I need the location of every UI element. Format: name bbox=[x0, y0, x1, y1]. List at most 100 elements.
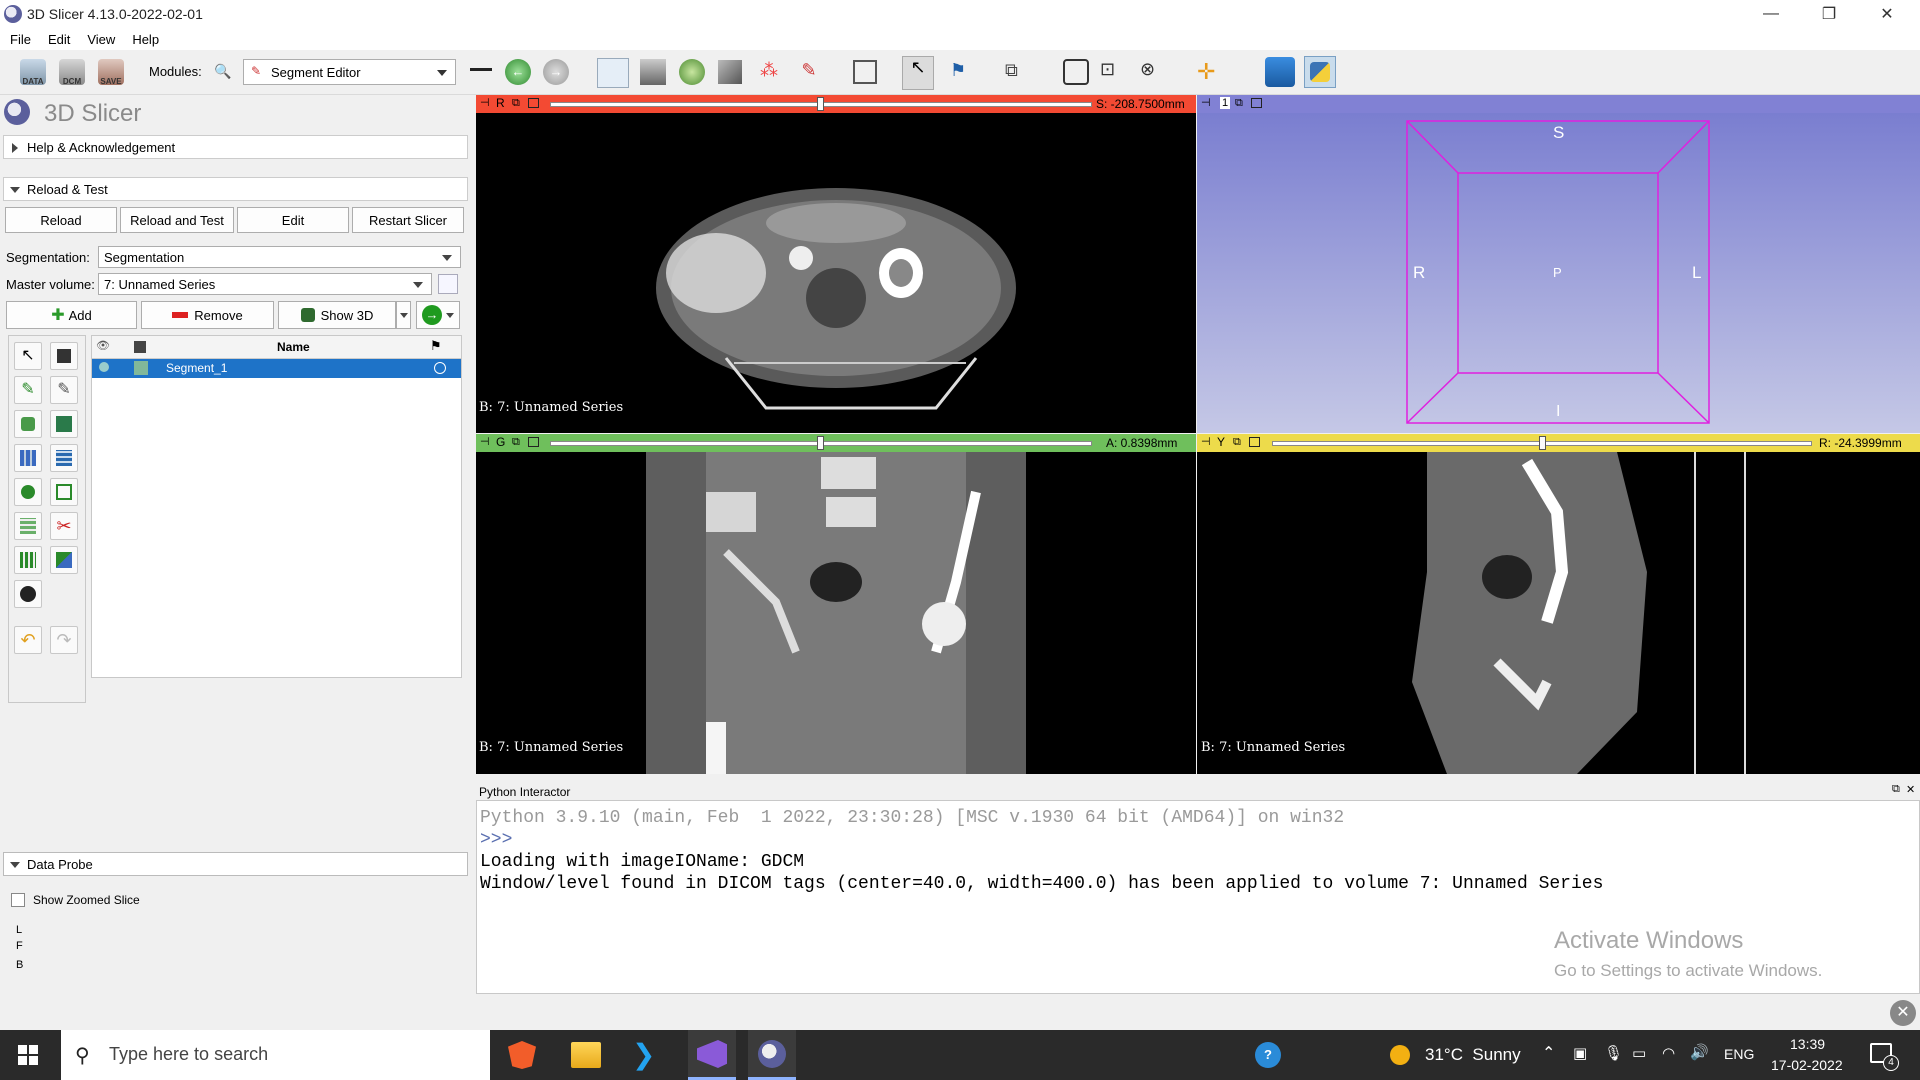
scissors-icon[interactable]: ✂ bbox=[50, 512, 78, 540]
close-dock-icon[interactable]: ✕ bbox=[1906, 783, 1915, 796]
show-3d-button[interactable]: Show 3D bbox=[278, 301, 396, 329]
green-slice-view[interactable]: B: 7: Unnamed Series bbox=[476, 452, 1196, 774]
float-dock-icon[interactable]: ⧉ bbox=[1892, 783, 1900, 796]
grow-from-seeds-icon[interactable] bbox=[50, 410, 78, 438]
clock-date[interactable]: 17-02-2022 bbox=[1771, 1057, 1843, 1073]
yellow-slice-slider-handle[interactable] bbox=[1539, 436, 1546, 450]
reload-and-test-button[interactable]: Reload and Test bbox=[120, 207, 234, 233]
conventional-layout-icon[interactable] bbox=[597, 58, 629, 88]
level-tracing-icon[interactable] bbox=[14, 410, 42, 438]
link-icon[interactable]: ⧉ bbox=[512, 436, 520, 449]
data-probe-header[interactable]: Data Probe bbox=[3, 852, 468, 876]
pin-icon[interactable]: ⊣ bbox=[480, 96, 490, 109]
maximize-button[interactable]: ❐ bbox=[1800, 0, 1858, 28]
meet-now-icon[interactable]: ▣ bbox=[1573, 1044, 1587, 1062]
volume-icon[interactable]: 🔊 bbox=[1690, 1043, 1709, 1061]
module-search-icon[interactable]: 🔍 bbox=[214, 63, 231, 80]
reload-button[interactable]: Reload bbox=[5, 207, 117, 233]
logical-operators-icon[interactable] bbox=[50, 546, 78, 574]
volume-render-icon[interactable] bbox=[679, 59, 705, 85]
load-data-icon[interactable]: DATA bbox=[20, 59, 46, 86]
maximize-view-icon[interactable] bbox=[1249, 437, 1260, 447]
mask-volume-icon[interactable] bbox=[14, 580, 42, 608]
remove-segment-button[interactable]: Remove bbox=[141, 301, 274, 329]
language-indicator[interactable]: ENG bbox=[1724, 1046, 1754, 1062]
status-column-flag-icon[interactable]: ⚑ bbox=[430, 338, 442, 354]
extensions-icon[interactable] bbox=[1265, 57, 1295, 87]
maximize-view-icon[interactable] bbox=[528, 437, 539, 447]
pin-icon[interactable]: ⊣ bbox=[480, 435, 490, 448]
help-icon[interactable]: ? bbox=[1255, 1042, 1281, 1068]
maximize-view-icon[interactable] bbox=[1251, 98, 1262, 108]
3d-cube-icon[interactable] bbox=[640, 59, 666, 85]
models-icon[interactable] bbox=[718, 60, 742, 84]
link-icon[interactable]: ⧉ bbox=[512, 97, 520, 110]
vscode-icon[interactable]: ❯ bbox=[632, 1040, 662, 1070]
margin-effect-icon[interactable] bbox=[14, 478, 42, 506]
python-icon[interactable] bbox=[1304, 56, 1336, 88]
mouse-pointer-icon[interactable]: ↖ bbox=[902, 56, 934, 90]
clear-console-icon[interactable]: ✕ bbox=[1890, 1000, 1916, 1026]
markups-icon[interactable]: ⁂ bbox=[757, 60, 781, 84]
microphone-icon[interactable]: 🎙 bbox=[1604, 1044, 1623, 1062]
eye-icon[interactable] bbox=[99, 362, 109, 372]
dicom-icon[interactable]: DCM bbox=[59, 59, 85, 86]
yellow-slice-view[interactable]: B: 7: Unnamed Series bbox=[1197, 452, 1920, 774]
islands-effect-icon[interactable] bbox=[14, 546, 42, 574]
menu-file[interactable]: File bbox=[0, 32, 38, 47]
restart-slicer-button[interactable]: Restart Slicer bbox=[352, 207, 464, 233]
smoothing-effect-icon[interactable] bbox=[14, 512, 42, 540]
visual-studio-taskbar-button[interactable] bbox=[688, 1030, 736, 1080]
transform-icon[interactable]: ⧉ bbox=[1005, 60, 1029, 84]
pin-icon[interactable]: ⊣ bbox=[1201, 96, 1211, 109]
red-slice-slider-handle[interactable] bbox=[817, 97, 824, 111]
crosshair-icon[interactable]: ✛ bbox=[1197, 59, 1223, 85]
module-selector[interactable]: ✎ Segment Editor bbox=[243, 59, 456, 85]
capture-icon[interactable] bbox=[1063, 59, 1089, 85]
place-fiducial-icon[interactable]: ⚑ bbox=[950, 60, 974, 84]
red-slice-view[interactable]: B: 7: Unnamed Series bbox=[476, 113, 1196, 433]
dicom-view-icon[interactable]: ⊗ bbox=[1140, 59, 1166, 85]
scene-view-icon[interactable]: ⊡ bbox=[1100, 59, 1126, 85]
weather-text[interactable]: 31°C Sunny bbox=[1425, 1045, 1521, 1065]
python-console[interactable]: Python 3.9.10 (main, Feb 1 2022, 23:30:2… bbox=[476, 800, 1920, 994]
wifi-icon[interactable]: ◠ bbox=[1662, 1044, 1675, 1062]
menu-help[interactable]: Help bbox=[122, 32, 166, 47]
link-icon[interactable]: ⧉ bbox=[1233, 436, 1241, 449]
windows-start-icon[interactable] bbox=[18, 1045, 38, 1065]
weather-sun-icon[interactable] bbox=[1390, 1045, 1410, 1065]
3d-view[interactable]: S R L P I bbox=[1197, 113, 1920, 433]
battery-icon[interactable]: ▭ bbox=[1632, 1044, 1646, 1062]
add-segment-button[interactable]: ✚ Add bbox=[6, 301, 137, 329]
segment-name[interactable]: Segment_1 bbox=[166, 361, 227, 375]
clock-time[interactable]: 13:39 bbox=[1790, 1036, 1825, 1052]
taskbar-search-box[interactable]: ⚲ Type here to search bbox=[61, 1030, 490, 1080]
show-hidden-icons-chevron[interactable]: ⌃ bbox=[1542, 1043, 1555, 1063]
segment-status-icon[interactable] bbox=[434, 362, 446, 374]
color-column-icon[interactable] bbox=[134, 341, 146, 353]
layout-menu-icon[interactable] bbox=[470, 60, 492, 82]
redo-icon[interactable]: ↷ bbox=[50, 626, 78, 654]
visibility-column-icon[interactable]: 👁 bbox=[96, 339, 110, 352]
close-button[interactable]: ✕ bbox=[1858, 0, 1916, 28]
erase-effect-icon[interactable]: ✎ bbox=[50, 376, 78, 404]
editor-icon[interactable]: ✎ bbox=[797, 60, 821, 84]
fill-between-slices-icon[interactable] bbox=[14, 444, 42, 472]
minimize-button[interactable]: — bbox=[1742, 0, 1800, 28]
brave-browser-icon[interactable] bbox=[508, 1041, 536, 1069]
maximize-view-icon[interactable] bbox=[528, 98, 539, 108]
paint-effect-icon[interactable] bbox=[50, 342, 78, 370]
menu-view[interactable]: View bbox=[77, 32, 122, 47]
screenshot-icon[interactable] bbox=[853, 60, 877, 84]
table-row[interactable]: Segment_1 bbox=[92, 359, 461, 378]
slicer-taskbar-button[interactable] bbox=[748, 1030, 796, 1080]
name-column-header[interactable]: Name bbox=[277, 340, 310, 354]
show-3d-dropdown[interactable] bbox=[396, 301, 411, 329]
draw-effect-icon[interactable]: ✎ bbox=[14, 376, 42, 404]
hollow-effect-icon[interactable] bbox=[50, 478, 78, 506]
segment-color-swatch[interactable] bbox=[134, 361, 148, 375]
edit-button[interactable]: Edit bbox=[237, 207, 349, 233]
undo-icon[interactable]: ↶ bbox=[14, 626, 42, 654]
reload-section-header[interactable]: Reload & Test bbox=[3, 177, 468, 201]
geometry-icon[interactable] bbox=[438, 274, 458, 294]
